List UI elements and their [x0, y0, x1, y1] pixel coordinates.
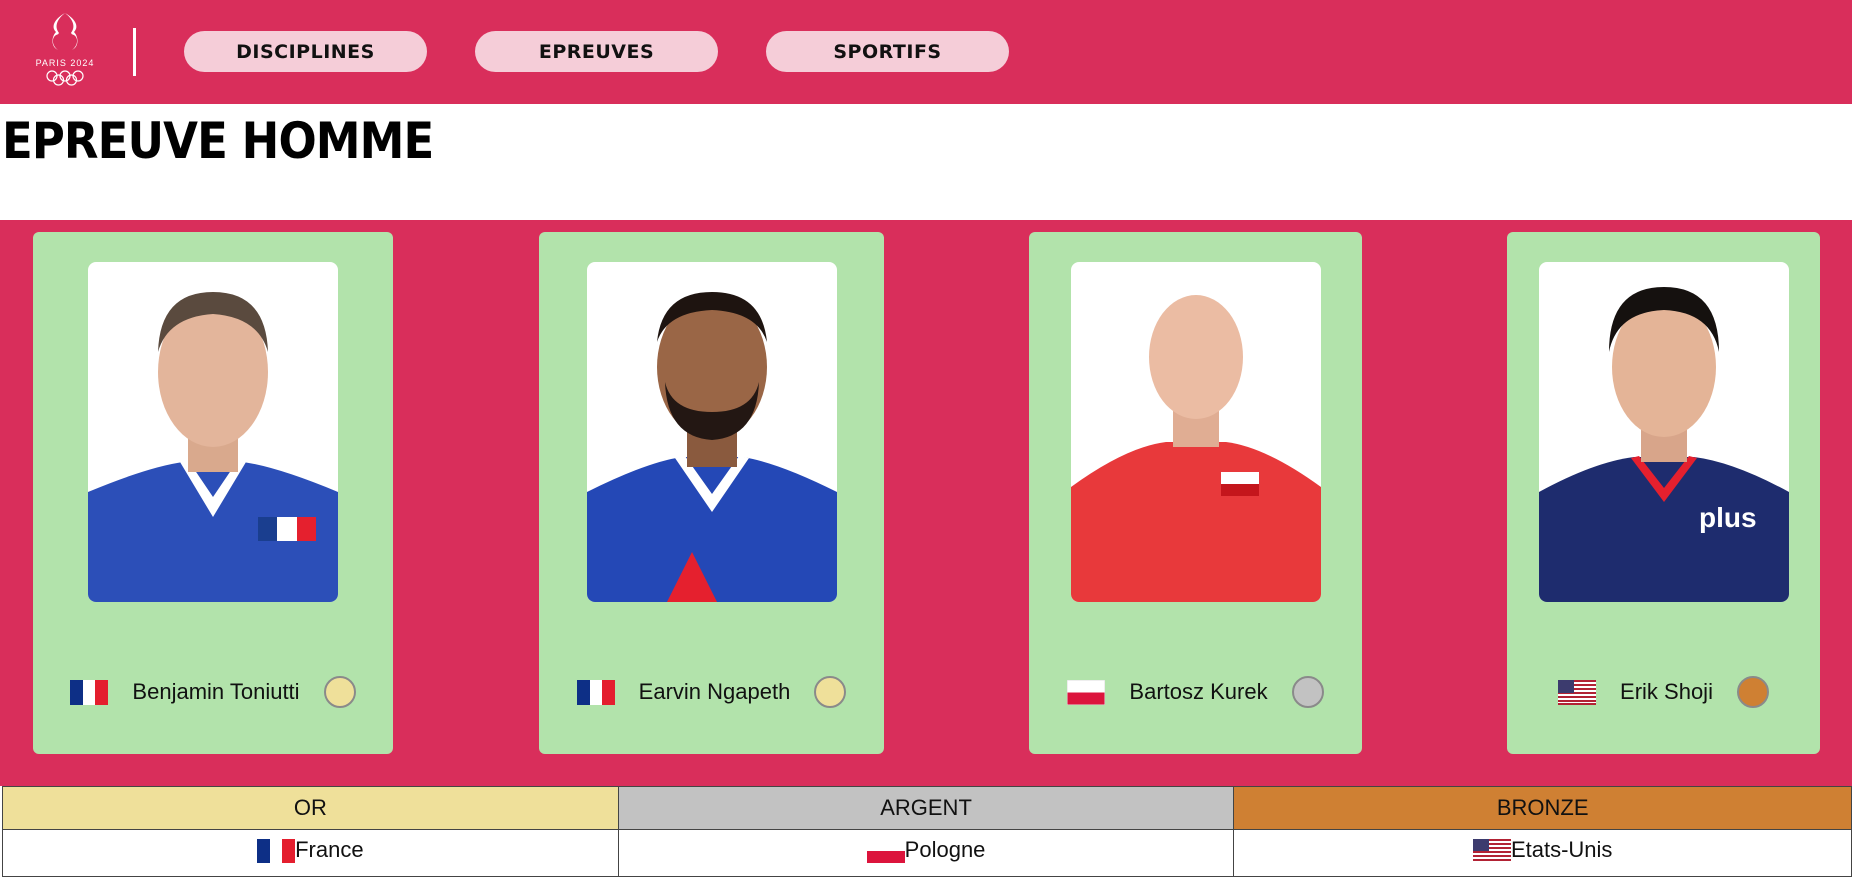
- table-row: France Pologne Etats-Unis: [2, 829, 1852, 877]
- athlete-name[interactable]: Earvin Ngapeth: [639, 679, 791, 705]
- bronze-medal-icon: [1736, 676, 1769, 708]
- bronze-country: Etats-Unis: [1510, 837, 1613, 862]
- paris-2024-logo[interactable]: PARIS 2024: [30, 10, 100, 86]
- athlete-info: Erik Shoji: [1507, 672, 1820, 712]
- athlete-card[interactable]: Earvin Ngapeth: [539, 232, 884, 754]
- gold-header: OR: [2, 786, 619, 830]
- gold-country-cell: France: [2, 829, 619, 877]
- logo-text: PARIS 2024: [36, 58, 95, 68]
- silver-header: ARGENT: [617, 786, 1235, 830]
- athlete-name[interactable]: Erik Shoji: [1620, 679, 1713, 705]
- athletes-section: Benjamin Toniutti Earvin Ngapeth Bartosz…: [0, 220, 1852, 786]
- logo-divider: [133, 28, 136, 76]
- top-header: PARIS 2024 DISCIPLINES EPREUVES SPORTIFS: [0, 0, 1852, 104]
- athlete-photo: [586, 262, 837, 602]
- athlete-name[interactable]: Bartosz Kurek: [1129, 679, 1267, 705]
- athlete-info: Benjamin Toniutti: [33, 672, 393, 712]
- gold-medal-icon: [814, 676, 847, 708]
- athlete-photo: plus: [1538, 262, 1789, 602]
- silver-medal-icon: [1291, 676, 1324, 708]
- athlete-card[interactable]: Bartosz Kurek: [1029, 232, 1362, 754]
- poland-flag-icon: [866, 839, 905, 863]
- usa-flag-icon: [1558, 679, 1597, 705]
- gold-country: France: [295, 837, 364, 862]
- athlete-photo: [88, 262, 338, 602]
- france-flag-icon: [257, 839, 296, 863]
- svg-text:plus: plus: [1699, 502, 1757, 533]
- gold-medal-icon: [323, 676, 356, 708]
- nav-sportifs-button[interactable]: SPORTIFS: [766, 31, 1009, 72]
- france-flag-icon: [70, 679, 109, 705]
- nav-epreuves-button[interactable]: EPREUVES: [475, 31, 718, 72]
- bronze-country-cell: Etats-Unis: [1233, 829, 1852, 877]
- france-flag-icon: [576, 679, 615, 705]
- nav-disciplines-button[interactable]: DISCIPLINES: [184, 31, 427, 72]
- athlete-name[interactable]: Benjamin Toniutti: [132, 679, 299, 705]
- athlete-card[interactable]: Benjamin Toniutti: [33, 232, 393, 754]
- silver-country-cell: Pologne: [617, 829, 1235, 877]
- athlete-card[interactable]: plus Erik Shoji: [1507, 232, 1820, 754]
- bronze-header: BRONZE: [1233, 786, 1852, 830]
- usa-flag-icon: [1472, 839, 1511, 863]
- poland-flag-icon: [1067, 679, 1106, 705]
- silver-country: Pologne: [904, 837, 986, 862]
- athlete-photo: [1070, 262, 1321, 602]
- athlete-info: Earvin Ngapeth: [539, 672, 884, 712]
- athlete-info: Bartosz Kurek: [1029, 672, 1362, 712]
- title-section: EPREUVE HOMME: [0, 104, 1852, 220]
- page-title: EPREUVE HOMME: [2, 112, 434, 170]
- podium-table: OR ARGENT BRONZE France Pologne Etats-Un…: [2, 786, 1852, 877]
